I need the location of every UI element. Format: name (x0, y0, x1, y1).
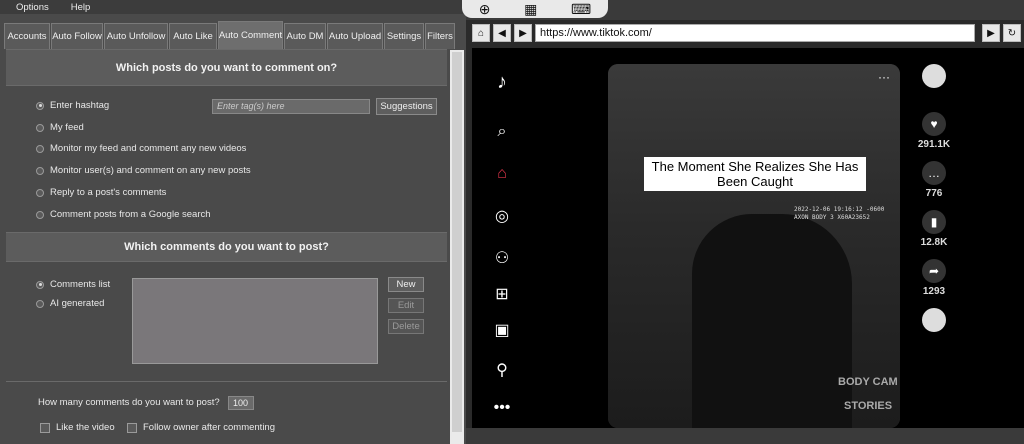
more-options-icon[interactable]: ··· (878, 70, 890, 84)
video-timestamp: 2022-12-06 19:16:12 -0600 (794, 206, 885, 213)
browser-top-bar: ⊕ ▦ ⌨ (462, 0, 1024, 20)
option-enter-hashtag[interactable]: Enter hashtag (36, 100, 109, 111)
comments-section-title: Which comments do you want to post? (6, 232, 447, 262)
radio-icon[interactable] (36, 280, 44, 289)
bot-panel: Options Help Accounts Auto Follow Auto U… (0, 0, 466, 444)
delete-comment-button[interactable]: Delete (388, 319, 424, 334)
radio-icon[interactable] (36, 101, 44, 110)
video-device-id: AXON BODY 3 X60A23652 (794, 214, 870, 221)
tab-accounts[interactable]: Accounts (4, 23, 50, 49)
tab-auto-upload[interactable]: Auto Upload (327, 23, 383, 49)
scrollbar-thumb[interactable] (452, 52, 462, 432)
watermark-line-1: BODY CAM (838, 376, 898, 388)
option-comments-list[interactable]: Comments list (36, 279, 110, 290)
url-bar[interactable]: https://www.tiktok.com/ (535, 24, 975, 42)
browser-pane: ⊕ ▦ ⌨ ⌂ ◀ ▶ https://www.tiktok.com/ ▶ ↻ … (462, 0, 1024, 444)
tab-auto-follow[interactable]: Auto Follow (51, 23, 103, 49)
option-monitor-feed[interactable]: Monitor my feed and comment any new vide… (36, 143, 246, 154)
video-shadow (692, 214, 852, 428)
live-icon[interactable]: ▣ (490, 318, 514, 342)
option-ai-generated[interactable]: AI generated (36, 298, 104, 309)
tiktok-viewport: ♪ ⌕ ⌂ ◎ ⚇ ⊞ ▣ ⚲ ••• ··· The Moment She R… (472, 48, 1024, 428)
radio-icon[interactable] (36, 123, 44, 132)
radio-icon[interactable] (36, 144, 44, 153)
tab-auto-like[interactable]: Auto Like (169, 23, 217, 49)
upload-icon[interactable]: ⊞ (490, 282, 514, 306)
option-google-search[interactable]: Comment posts from a Google search (36, 209, 211, 220)
posts-section-title: Which posts do you want to comment on? (6, 50, 447, 86)
zoom-in-icon[interactable]: ⊕ (479, 1, 491, 18)
checkbox-icon[interactable] (127, 422, 137, 433)
edit-comment-button[interactable]: Edit (388, 298, 424, 313)
menu-options[interactable]: Options (16, 2, 49, 13)
vertical-scrollbar[interactable] (450, 50, 464, 444)
share-count: 1293 (922, 286, 946, 297)
video-actions: ♥ 291.1K … 776 ▮ 12.8K ➦ 1293 (914, 64, 954, 332)
browser-bottom-bar (466, 428, 1024, 444)
divider (6, 381, 447, 382)
menu-bar: Options Help (0, 0, 466, 14)
save-count: 12.8K (920, 237, 948, 248)
tab-bar: Accounts Auto Follow Auto Unfollow Auto … (4, 21, 462, 49)
video-player[interactable]: ··· The Moment She Realizes She Has Been… (608, 64, 900, 428)
home-icon[interactable]: ⌂ (472, 24, 490, 42)
windows-icon[interactable]: ▦ (524, 1, 537, 18)
floating-toolbar: ⊕ ▦ ⌨ (462, 0, 608, 18)
keyboard-icon[interactable]: ⌨ (571, 1, 591, 18)
refresh-icon[interactable]: ↻ (1003, 24, 1021, 42)
tab-auto-unfollow[interactable]: Auto Unfollow (104, 23, 168, 49)
like-count: 291.1K (917, 139, 951, 150)
comments-list-box[interactable] (132, 278, 378, 364)
option-my-feed[interactable]: My feed (36, 122, 84, 133)
like-icon[interactable]: ♥ (922, 112, 946, 136)
checkbox-icon[interactable] (40, 422, 50, 433)
comment-icon[interactable]: … (922, 161, 946, 185)
more-icon[interactable]: ••• (490, 396, 514, 420)
back-icon[interactable]: ◀ (493, 24, 511, 42)
explore-icon[interactable]: ◎ (490, 204, 514, 228)
tab-filters[interactable]: Filters (425, 23, 455, 49)
comment-count-label: How many comments do you want to post? (38, 397, 220, 408)
tab-auto-comment[interactable]: Auto Comment (218, 21, 283, 49)
forward-icon[interactable]: ▶ (514, 24, 532, 42)
music-disc-icon[interactable] (922, 308, 946, 332)
new-comment-button[interactable]: New (388, 277, 424, 292)
radio-icon[interactable] (36, 299, 44, 308)
like-video-checkbox[interactable]: Like the video (40, 422, 115, 433)
option-monitor-users[interactable]: Monitor user(s) and comment on any new p… (36, 165, 251, 176)
tab-auto-dm[interactable]: Auto DM (284, 23, 326, 49)
avatar[interactable] (922, 64, 946, 88)
radio-icon[interactable] (36, 210, 44, 219)
comment-count: 776 (925, 188, 943, 199)
suggestions-button[interactable]: Suggestions (376, 98, 437, 115)
tab-settings[interactable]: Settings (384, 23, 424, 49)
radio-icon[interactable] (36, 166, 44, 175)
browser-nav-bar: ⌂ ◀ ▶ https://www.tiktok.com/ ▶ ↻ (472, 23, 1024, 43)
tiktok-logo-icon[interactable]: ♪ (490, 70, 514, 94)
auto-comment-panel: Which posts do you want to comment on? E… (6, 49, 447, 444)
tiktok-sidebar: ♪ ⌕ ⌂ ◎ ⚇ ⊞ ▣ ⚲ ••• (472, 48, 532, 428)
home-icon[interactable]: ⌂ (490, 162, 514, 186)
option-reply-comments[interactable]: Reply to a post's comments (36, 187, 166, 198)
bookmark-icon[interactable]: ▮ (922, 210, 946, 234)
share-icon[interactable]: ➦ (922, 259, 946, 283)
comment-count-input[interactable]: 100 (228, 396, 254, 410)
video-caption: The Moment She Realizes She Has Been Cau… (644, 157, 866, 191)
follow-owner-checkbox[interactable]: Follow owner after commenting (127, 422, 275, 433)
watermark-line-2: STORIES (844, 400, 893, 412)
following-icon[interactable]: ⚇ (490, 246, 514, 270)
profile-icon[interactable]: ⚲ (490, 358, 514, 382)
search-icon[interactable]: ⌕ (490, 120, 514, 144)
menu-help[interactable]: Help (71, 2, 91, 13)
hashtag-input[interactable]: Enter tag(s) here (212, 99, 370, 114)
go-icon[interactable]: ▶ (982, 24, 1000, 42)
radio-icon[interactable] (36, 188, 44, 197)
